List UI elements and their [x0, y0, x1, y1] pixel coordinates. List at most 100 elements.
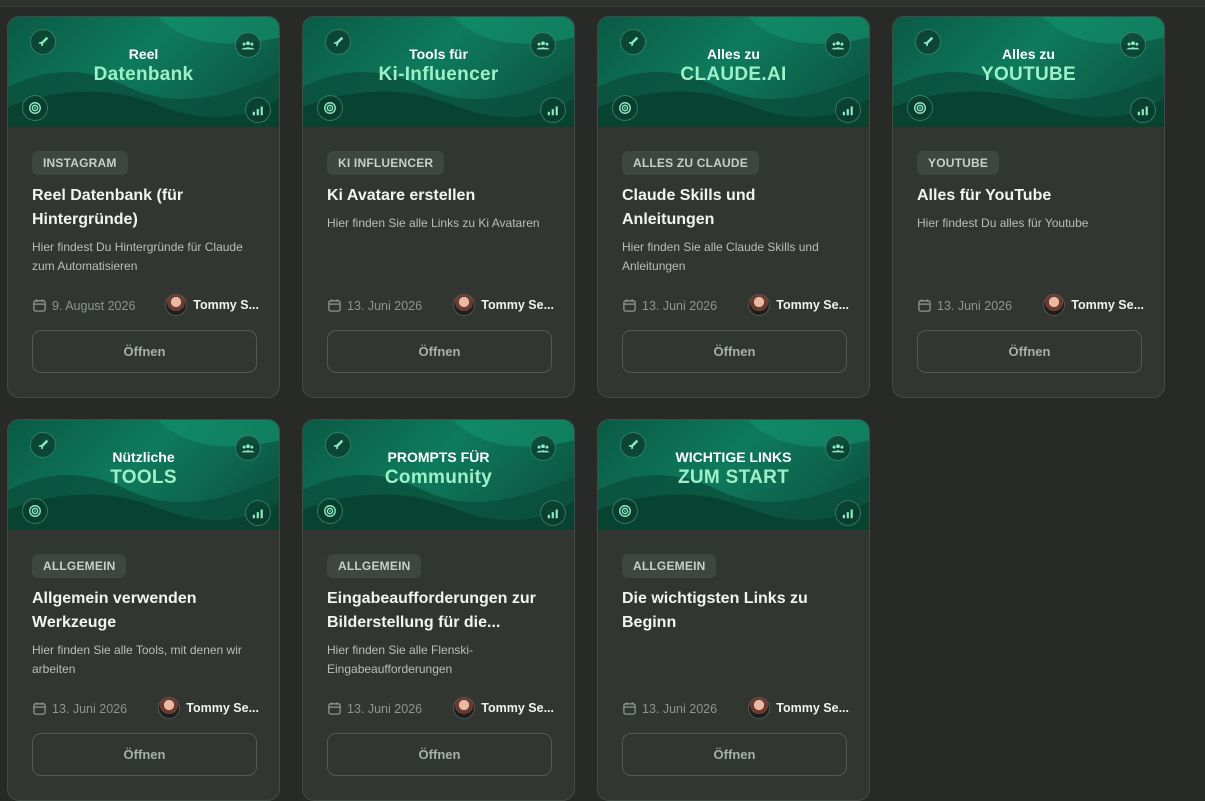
avatar [748, 294, 771, 316]
chart-icon [835, 97, 861, 123]
avatar [1043, 294, 1066, 316]
target-icon [317, 95, 343, 121]
category-tag: ALLGEMEIN [327, 554, 422, 578]
card-description: Hier findest Du Hintergründe für Claude … [32, 240, 243, 273]
chart-icon [835, 500, 861, 526]
author-name: Tommy S... [193, 298, 259, 312]
banner-title-line2: TOOLS [110, 467, 177, 489]
calendar-icon [33, 299, 46, 312]
banner-title: PROMPTS FÜR Community [303, 449, 574, 489]
card-description: Hier finden Sie alle Links zu Ki Avatare… [327, 216, 540, 230]
banner-title-line2: Datenbank [93, 64, 194, 86]
card-banner: Alles zu YOUTUBE [893, 17, 1164, 127]
card-description: Hier findest Du alles für Youtube [917, 216, 1089, 230]
card-meta: 13. Juni 2026 Tommy Se... [327, 697, 554, 721]
banner-title-line1: Reel [128, 46, 159, 62]
card-title: Ki Avatare erstellen [327, 187, 476, 204]
card-title: Allgemein verwenden Werkzeuge [32, 590, 197, 631]
target-icon [612, 498, 638, 524]
banner-title-line1: Alles zu [1002, 46, 1055, 62]
calendar-icon [918, 299, 931, 312]
open-button[interactable]: Öffnen [622, 330, 847, 373]
card-title: Eingabeaufforderungen zur Bilderstellung… [327, 590, 536, 631]
open-button[interactable]: Öffnen [327, 733, 552, 776]
card-date-text: 13. Juni 2026 [347, 298, 423, 313]
resource-card[interactable]: Reel Datenbank INSTAGRAM Reel Datenbank … [7, 16, 280, 398]
open-button[interactable]: Öffnen [917, 330, 1142, 373]
card-author[interactable]: Tommy Se... [453, 697, 554, 719]
card-meta: 13. Juni 2026 Tommy Se... [32, 697, 259, 721]
resource-card[interactable]: PROMPTS FÜR Community ALLGEMEIN Eingabea… [302, 419, 575, 801]
banner-title: Tools für Ki-Influencer [303, 46, 574, 86]
open-button[interactable]: Öffnen [32, 733, 257, 776]
author-name: Tommy Se... [776, 701, 849, 715]
card-date-text: 13. Juni 2026 [642, 701, 718, 716]
category-tag: KI INFLUENCER [327, 151, 445, 175]
author-name: Tommy Se... [776, 298, 849, 312]
card-banner: WICHTIGE LINKS ZUM START [598, 420, 869, 530]
chart-icon [245, 500, 271, 526]
card-title: Die wichtigsten Links zu Beginn [622, 590, 808, 631]
target-icon [22, 95, 48, 121]
card-author[interactable]: Tommy S... [165, 294, 259, 316]
open-button[interactable]: Öffnen [327, 330, 552, 373]
card-date: 13. Juni 2026 [917, 298, 1012, 313]
banner-title-line1: Nützliche [112, 449, 175, 465]
resource-card[interactable]: Nützliche TOOLS ALLGEMEIN Allgemein verw… [7, 419, 280, 801]
category-tag: ALLES ZU CLAUDE [622, 151, 759, 175]
card-date: 13. Juni 2026 [622, 701, 717, 716]
target-icon [22, 498, 48, 524]
card-meta: 13. Juni 2026 Tommy Se... [917, 294, 1144, 318]
card-banner: PROMPTS FÜR Community [303, 420, 574, 530]
card-date-text: 13. Juni 2026 [937, 298, 1013, 313]
card-date: 13. Juni 2026 [327, 298, 422, 313]
card-date: 9. August 2026 [32, 298, 135, 313]
open-button[interactable]: Öffnen [622, 733, 847, 776]
card-date-text: 13. Juni 2026 [52, 701, 128, 716]
calendar-icon [623, 299, 636, 312]
banner-title: Nützliche TOOLS [8, 449, 279, 489]
banner-title-line1: WICHTIGE LINKS [675, 449, 792, 465]
card-title: Alles für YouTube [917, 187, 1052, 204]
card-date: 13. Juni 2026 [32, 701, 127, 716]
card-date: 13. Juni 2026 [327, 701, 422, 716]
chart-icon [540, 500, 566, 526]
card-author[interactable]: Tommy Se... [158, 697, 259, 719]
category-tag: ALLGEMEIN [622, 554, 717, 578]
avatar [748, 697, 771, 719]
calendar-icon [33, 702, 46, 715]
resource-card[interactable]: Alles zu CLAUDE.AI ALLES ZU CLAUDE Claud… [597, 16, 870, 398]
author-name: Tommy Se... [481, 298, 554, 312]
card-title: Claude Skills und Anleitungen [622, 187, 756, 228]
card-meta: 13. Juni 2026 Tommy Se... [622, 697, 849, 721]
banner-title-line1: Tools für [409, 46, 468, 62]
banner-title-line2: Community [384, 467, 493, 489]
category-tag: YOUTUBE [917, 151, 1000, 175]
banner-title: WICHTIGE LINKS ZUM START [598, 449, 869, 489]
card-author[interactable]: Tommy Se... [748, 697, 849, 719]
card-author[interactable]: Tommy Se... [1043, 294, 1144, 316]
target-icon [612, 95, 638, 121]
resource-card[interactable]: Alles zu YOUTUBE YOUTUBE Alles für YouTu… [892, 16, 1165, 398]
calendar-icon [328, 702, 341, 715]
card-meta: 9. August 2026 Tommy S... [32, 294, 259, 318]
target-icon [907, 95, 933, 121]
card-author[interactable]: Tommy Se... [748, 294, 849, 316]
banner-title-line2: CLAUDE.AI [680, 64, 787, 86]
open-button[interactable]: Öffnen [32, 330, 257, 373]
card-date: 13. Juni 2026 [622, 298, 717, 313]
top-bar [0, 0, 1205, 7]
card-banner: Alles zu CLAUDE.AI [598, 17, 869, 127]
card-description: Hier finden Sie alle Tools, mit denen wi… [32, 643, 242, 676]
resource-card[interactable]: Tools für Ki-Influencer KI INFLUENCER Ki… [302, 16, 575, 398]
author-name: Tommy Se... [186, 701, 259, 715]
card-author[interactable]: Tommy Se... [453, 294, 554, 316]
calendar-icon [328, 299, 341, 312]
card-meta: 13. Juni 2026 Tommy Se... [622, 294, 849, 318]
card-date-text: 9. August 2026 [52, 298, 136, 313]
resource-card[interactable]: WICHTIGE LINKS ZUM START ALLGEMEIN Die w… [597, 419, 870, 801]
target-icon [317, 498, 343, 524]
card-banner: Nützliche TOOLS [8, 420, 279, 530]
banner-title: Alles zu YOUTUBE [893, 46, 1164, 86]
banner-title-line1: Alles zu [707, 46, 760, 62]
